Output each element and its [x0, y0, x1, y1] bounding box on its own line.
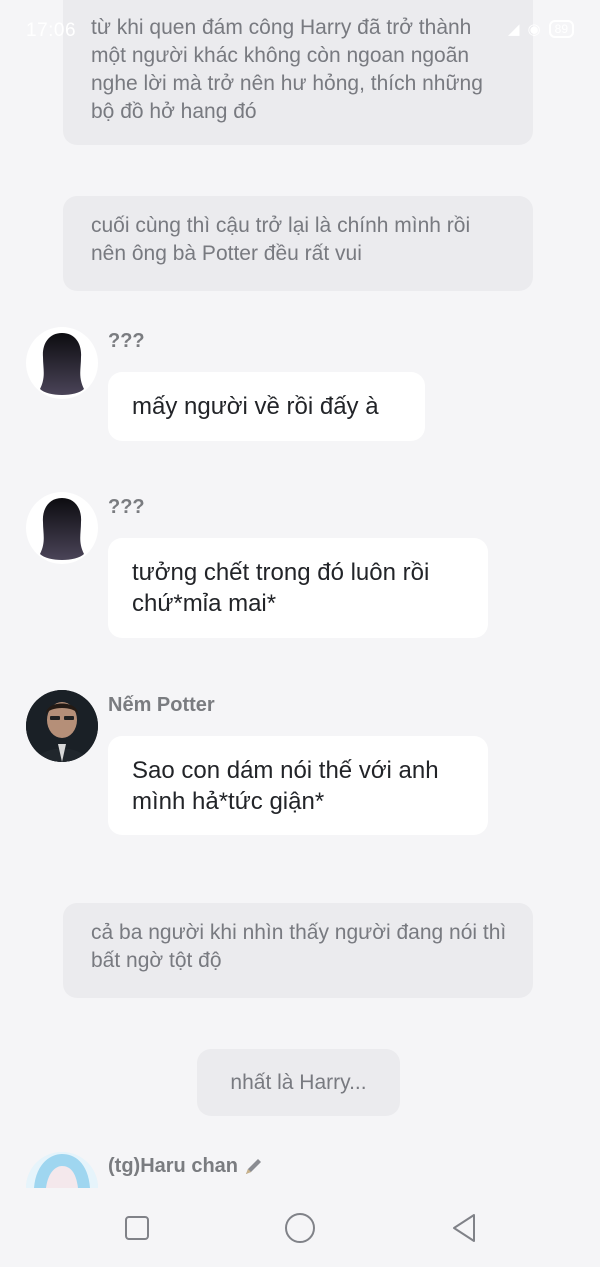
sender-name: Nếm Potter [108, 694, 215, 716]
author-avatar[interactable] [26, 1152, 98, 1188]
sender-name: ??? [108, 330, 145, 352]
portrait-icon [26, 690, 98, 762]
pen-icon [246, 1158, 261, 1174]
narration-text: cuối cùng thì cậu trở lại là chính mình … [91, 214, 471, 265]
triangle-back-icon [453, 1214, 475, 1242]
message-text: tưởng chết trong đó luôn rồi chứ*mỉa mai… [132, 559, 430, 617]
home-button[interactable] [282, 1210, 318, 1246]
recent-apps-button[interactable] [119, 1210, 155, 1246]
narration-text: từ khi quen đám công Harry đã trở thành … [91, 16, 483, 123]
message-text: mấy người về rồi đấy à [132, 393, 379, 420]
navigation-bar [0, 1188, 600, 1267]
message-bubble[interactable]: tưởng chết trong đó luôn rồi chứ*mỉa mai… [108, 538, 488, 638]
anime-avatar-icon [26, 1152, 98, 1188]
message-bubble[interactable]: Sao con dám nói thế với anh mình hả*tức … [108, 736, 488, 835]
message-text: Sao con dám nói thế với anh mình hả*tức … [132, 756, 439, 815]
silhouette-icon [40, 333, 84, 395]
message-bubble[interactable]: mấy người về rồi đấy à [108, 372, 425, 441]
sender-name-row: (tg)Haru chan [108, 1155, 264, 1178]
narration-block: cả ba người khi nhìn thấy người đang nói… [63, 903, 533, 998]
sender-name: ??? [108, 496, 145, 518]
square-icon [125, 1216, 149, 1240]
narration-block: nhất là Harry... [197, 1049, 400, 1116]
narration-text: nhất là Harry... [230, 1070, 367, 1094]
narration-block: cuối cùng thì cậu trở lại là chính mình … [63, 196, 533, 291]
battery-icon: 89 [548, 20, 574, 38]
circle-icon [285, 1213, 315, 1243]
narration-block: từ khi quen đám công Harry đã trở thành … [63, 0, 533, 145]
sender-name: (tg)Haru chan [108, 1155, 238, 1177]
narration-text: cả ba người khi nhìn thấy người đang nói… [91, 921, 507, 972]
silhouette-avatar[interactable] [26, 327, 98, 399]
character-avatar[interactable] [26, 690, 98, 762]
back-button[interactable] [446, 1210, 482, 1246]
silhouette-avatar[interactable] [26, 492, 98, 564]
silhouette-icon [40, 498, 84, 560]
